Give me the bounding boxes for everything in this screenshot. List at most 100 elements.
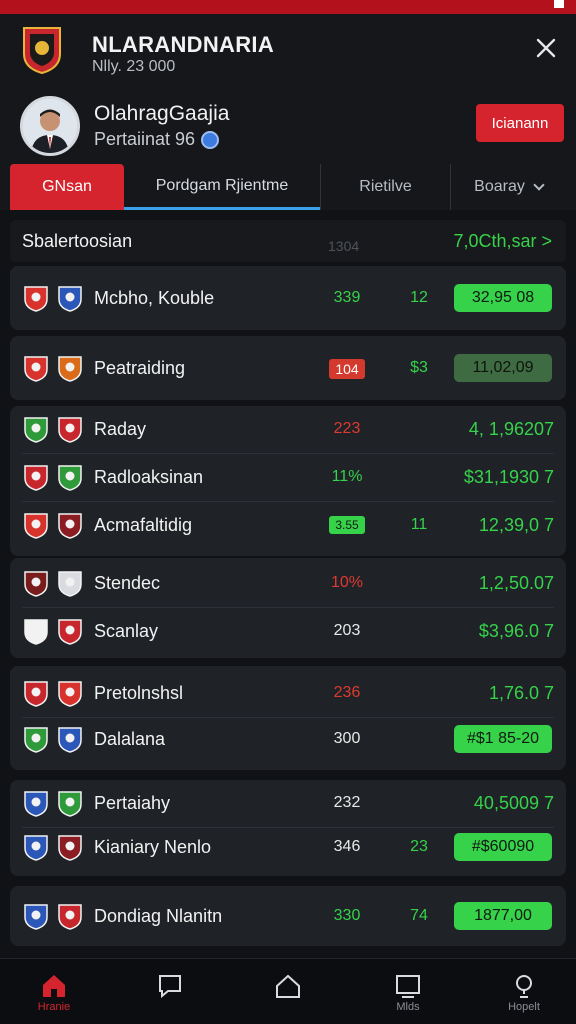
stat-value: 10%: [330, 574, 364, 591]
tab-0[interactable]: GNsan: [10, 164, 124, 210]
match-card: Raday 223 4, 1,96207 Radloaksinan 11% $31,193…: [10, 406, 566, 556]
match-row[interactable]: Dondiag Nlanitn 330 74 1877,00: [10, 893, 566, 939]
team-name: Peatraiding: [94, 358, 186, 378]
match-row[interactable]: Acmafaltidig 3.55 11 12,39,0 7: [10, 502, 566, 548]
stat-value: 232: [333, 794, 361, 811]
nav-help-label: Hopelt: [508, 1001, 540, 1013]
team-badge-icon: [58, 791, 82, 817]
nav-chat[interactable]: [130, 967, 210, 1019]
price-value: $31,1930 7: [463, 467, 554, 487]
app-header: NLARANDNARIA Nlly. 23 000: [0, 14, 576, 88]
section-header: Sbalertoosian 1304 7,0Cth,sar >: [10, 220, 566, 262]
nav-mlds[interactable]: Mlds: [368, 967, 448, 1019]
tab-3-dropdown[interactable]: Boaray: [450, 164, 566, 210]
stat-value: 236: [333, 684, 361, 701]
price-value: 4, 1,96207: [468, 419, 554, 439]
match-card: Pretolnshsl 236 1,76.0 7 Dalalana 300 #$1 85-…: [10, 666, 566, 770]
match-row[interactable]: Radloaksinan 11% $31,1930 7: [10, 454, 566, 500]
stat-value: 330: [333, 907, 361, 924]
team-badge-icon: [24, 835, 48, 861]
team-badge-icon: [58, 904, 82, 930]
team-badge-icon: [24, 465, 48, 491]
team-badge-icon: [58, 681, 82, 707]
price-pill[interactable]: #$60090: [454, 833, 552, 861]
price-pill[interactable]: #$1 85-20: [454, 725, 552, 753]
team-badge-icon: [24, 727, 48, 753]
tab-2[interactable]: Rietilve: [320, 164, 450, 210]
stat-value: 3.55: [316, 516, 378, 534]
team-badge-icon: [24, 356, 48, 382]
price-value: 12,39,0 7: [478, 515, 554, 535]
price-value: $3,96.0 7: [478, 621, 554, 641]
price-pill[interactable]: 11,02,09: [454, 354, 552, 382]
team-badge-icon: [24, 417, 48, 443]
stat-tag: 3.55: [329, 516, 365, 534]
nav-house[interactable]: [248, 967, 328, 1019]
close-icon[interactable]: [534, 36, 558, 60]
status-indicator: [554, 0, 564, 8]
match-row[interactable]: Mcbho, Kouble 339 12 32,95 08: [10, 275, 566, 321]
match-row[interactable]: Kianiary Nenlo 346 23 #$60090: [10, 824, 566, 870]
price-pill[interactable]: 1877,00: [454, 902, 552, 930]
avatar[interactable]: [20, 96, 80, 156]
globe-icon: [201, 130, 220, 149]
match-row[interactable]: Scanlay 203 $3,96.0 7: [10, 608, 566, 654]
team-badge-icon: [58, 835, 82, 861]
app-subtitle: Nlly. 23 000: [92, 58, 176, 75]
team-name: Dalalana: [94, 729, 166, 749]
price-value: 1,76.0 7: [488, 683, 554, 703]
team-badge-icon: [24, 681, 48, 707]
price-value: 1,2,50.07: [478, 573, 554, 593]
match-row[interactable]: Pertaiahy 232 40,5009 7: [10, 780, 566, 826]
club-crest-logo: [23, 27, 61, 74]
section-link[interactable]: 7,0Cth,sar >: [453, 231, 552, 252]
team-name: Pretolnshsl: [94, 683, 184, 703]
match-row[interactable]: Peatraiding 104 $3 11,02,09: [10, 345, 566, 391]
match-card: Stendec 10% 1,2,50.07 Scanlay 203 $3,96.0 7: [10, 558, 566, 658]
team-badge-icon: [58, 286, 82, 312]
team-name: Dondiag Nlanitn: [94, 906, 223, 926]
profile-bar: OlahragGaajia Pertaiinat 96 Icianann: [0, 88, 576, 164]
stat-value: 339: [333, 289, 361, 306]
team-badge-icon: [58, 513, 82, 539]
nav-mlds-label: Mlds: [396, 1001, 420, 1013]
screen-icon: [396, 975, 420, 998]
team-badge-icon: [58, 417, 82, 443]
chat-icon: [159, 975, 181, 999]
team-badge-icon: [24, 286, 48, 312]
stat-secondary: $3: [410, 359, 428, 376]
match-card: Mcbho, Kouble 339 12 32,95 08: [10, 266, 566, 330]
stat-secondary: 23: [410, 838, 428, 855]
match-row[interactable]: Dalalana 300 #$1 85-20: [10, 716, 566, 762]
price-pill[interactable]: 32,95 08: [454, 284, 552, 312]
team-badge-icon: [24, 513, 48, 539]
team-name: Radloaksinan: [94, 467, 204, 487]
match-row[interactable]: Raday 223 4, 1,96207: [10, 406, 566, 452]
nav-home[interactable]: Hranie: [14, 967, 94, 1019]
profile-subtitle: Pertaiinat 96: [94, 129, 220, 150]
stat-secondary: 74: [410, 907, 428, 924]
chevron-down-icon: [533, 179, 545, 191]
profile-action-button[interactable]: Icianann: [476, 104, 564, 142]
team-badge-icon: [58, 571, 82, 597]
match-row[interactable]: Stendec 10% 1,2,50.07: [10, 560, 566, 606]
team-name: Raday: [94, 419, 147, 439]
team-badge-icon: [58, 465, 82, 491]
tab-3-label: Boaray: [474, 178, 525, 195]
nav-home-label: Hranie: [37, 1001, 71, 1013]
team-name: Stendec: [94, 573, 161, 593]
bottom-nav: Hranie Mlds Hopelt: [0, 958, 576, 1024]
tab-1[interactable]: Pordgam Rjientme: [124, 164, 320, 210]
stat-value: 346: [333, 838, 361, 855]
team-name: Mcbho, Kouble: [94, 288, 215, 308]
team-badge-icon: [58, 619, 82, 645]
team-badge-icon: [24, 571, 48, 597]
nav-help[interactable]: Hopelt: [484, 967, 564, 1019]
price-value: 40,5009 7: [473, 793, 554, 813]
stat-value: 203: [333, 622, 361, 639]
app-title: NLARANDNARIA: [92, 32, 275, 57]
help-icon: [516, 975, 532, 998]
match-card: Pertaiahy 232 40,5009 7 Kianiary Nenlo 346 23…: [10, 780, 566, 876]
match-row[interactable]: Pretolnshsl 236 1,76.0 7: [10, 670, 566, 716]
person-portrait-icon: [23, 99, 77, 153]
